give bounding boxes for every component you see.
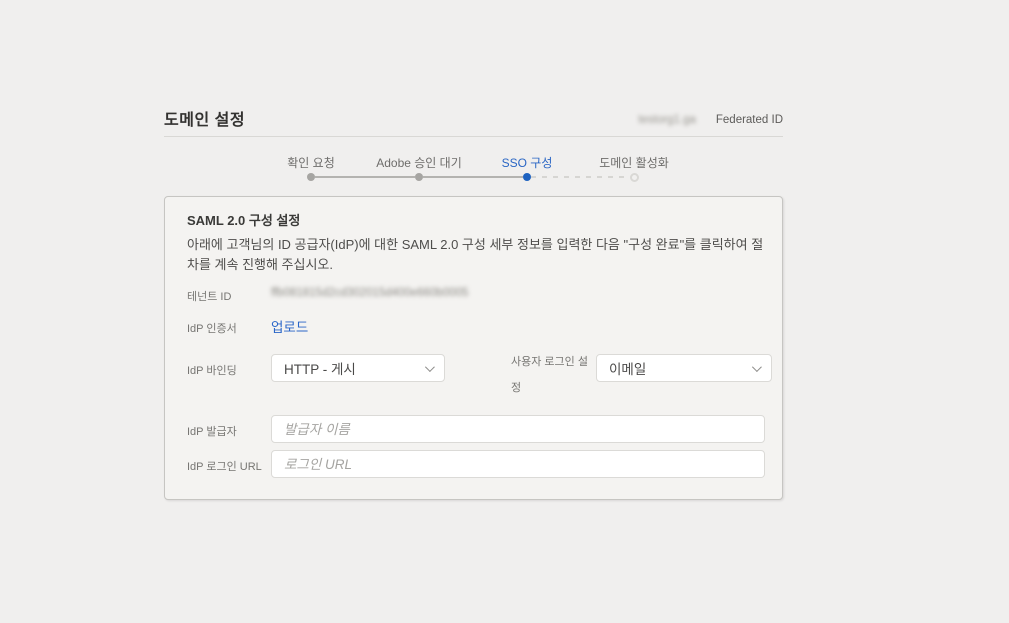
panel-description: 아래에 고객님의 ID 공급자(IdP)에 대한 SAML 2.0 구성 세부 … [187, 235, 771, 275]
idp-binding-select[interactable]: HTTP - 게시 [271, 354, 445, 382]
org-domain-name: testorg1.ga [638, 114, 696, 126]
header-meta: testorg1.ga Federated ID [164, 114, 783, 126]
domain-settings-page: 도메인 설정 testorg1.ga Federated ID 확인 요청 Ad… [0, 0, 1009, 623]
step-label-domain-activation: 도메인 활성화 [599, 154, 669, 171]
step-connector-3-4 [531, 176, 630, 178]
chevron-down-icon [752, 362, 762, 372]
user-login-selected-value: 이메일 [609, 358, 646, 378]
step-dot-adobe-approval [415, 173, 423, 181]
upload-certificate-link[interactable]: 업로드 [271, 316, 308, 336]
step-connector-1-2 [315, 176, 415, 178]
user-login-setting-label: 사용자 로그인 설정 [511, 349, 597, 401]
idp-certificate-label: IdP 인증서 [187, 320, 237, 336]
panel-heading: SAML 2.0 구성 설정 [187, 210, 300, 229]
user-login-setting-select[interactable]: 이메일 [596, 354, 772, 382]
idp-binding-label: IdP 바인딩 [187, 362, 237, 378]
id-type-label: Federated ID [716, 114, 783, 126]
idp-issuer-input[interactable] [271, 415, 765, 443]
saml-config-panel: SAML 2.0 구성 설정 아래에 고객님의 ID 공급자(IdP)에 대한 … [164, 196, 783, 500]
step-label-adobe-approval: Adobe 승인 대기 [376, 154, 462, 171]
step-dot-sso-config [523, 173, 531, 181]
step-label-verify-request: 확인 요청 [287, 154, 335, 171]
header-divider [164, 136, 783, 137]
step-label-sso-config: SSO 구성 [502, 154, 553, 171]
idp-login-url-label: IdP 로그인 URL [187, 458, 262, 474]
chevron-down-icon [425, 362, 435, 372]
idp-issuer-label: IdP 발급자 [187, 423, 237, 439]
tenant-id-label: 테넌트 ID [187, 288, 231, 304]
idp-binding-selected-value: HTTP - 게시 [284, 358, 356, 378]
tenant-id-value: ffb081815d2cd302015d400e660b0005 [271, 287, 468, 299]
step-dot-domain-activation [630, 173, 639, 182]
step-dot-verify-request [307, 173, 315, 181]
step-connector-2-3 [423, 176, 523, 178]
idp-login-url-input[interactable] [271, 450, 765, 478]
